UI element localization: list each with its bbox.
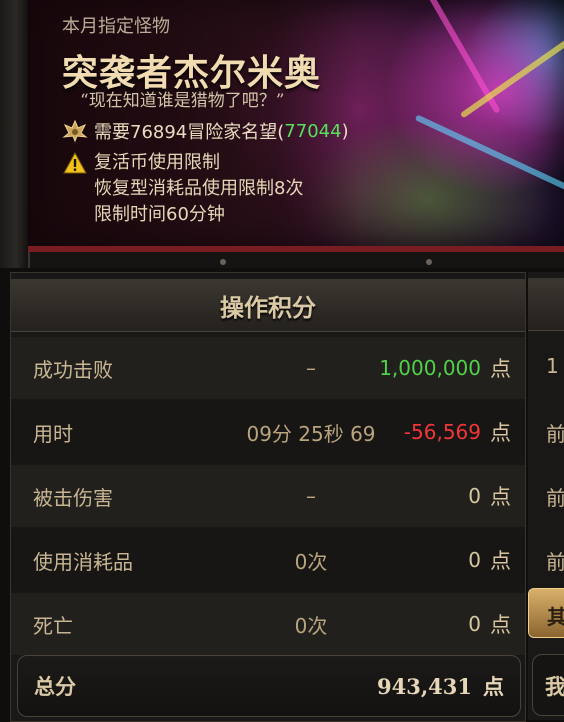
score-row-unit: 点 [490,613,511,637]
score-row-label: 使用消耗品 [33,549,133,574]
restriction-line: 恢复型消耗品使用限制8次 [94,178,304,199]
score-row-detail: – [306,484,316,508]
restriction-title: 复活币使用限制 [94,152,220,173]
score-row-label: 用时 [33,421,73,446]
ranking-panel-partial: 1 前 前 前 其 我 [528,272,564,720]
score-row-label: 被击伤害 [33,485,113,510]
total-score-value: 943,431 [377,673,472,699]
score-row-unit: 点 [490,549,511,573]
score-row-label: 死亡 [33,613,73,638]
score-row: 被击伤害 – 0 点 [11,465,525,527]
rivet [426,259,432,265]
score-row-unit: 点 [490,485,511,509]
restriction-block: 复活币使用限制 恢复型消耗品使用限制8次 限制时间60分钟 [62,150,303,228]
monster-subtitle: 本月指定怪物 [62,16,170,37]
score-row-value: -56,569 [403,420,481,444]
fame-requirement: 需要76894冒险家名望(77044) [62,118,349,144]
score-row-value: 1,000,000 [379,356,481,380]
restriction-line: 限制时间60分钟 [94,204,225,225]
ranking-cell: 前 [546,486,564,510]
score-row: 死亡 0次 0 点 [11,593,525,655]
score-row-detail: 09分 25秒 69 [246,421,376,446]
score-row: 成功击败 – 1,000,000 点 [11,337,525,399]
total-score-bar: 总分 943,431 点 [17,655,521,717]
score-row-unit: 点 [490,421,511,445]
score-row: 用时 09分 25秒 69 -56,569 点 [11,401,525,463]
other-ranking-button[interactable]: 其 [528,588,564,638]
score-row-label: 成功击败 [33,357,113,382]
score-row-detail: 0次 [294,613,328,638]
rivet [220,259,226,265]
ranking-cell: 1 [546,354,559,378]
my-ranking-label: 我 [545,674,564,699]
score-row-value: 0 [468,548,481,572]
fame-current-value: 77044 [284,120,342,142]
score-panel-title: 操作积分 [220,292,316,322]
score-row-unit: 点 [490,357,511,381]
score-row-value: 0 [468,484,481,508]
score-row: 使用消耗品 0次 0 点 [11,529,525,591]
ranking-cell: 前 [546,550,564,574]
banner-left-edge [0,0,30,268]
fame-icon [62,119,88,143]
score-row-detail: 0次 [294,549,328,574]
total-score-label: 总分 [34,674,76,699]
ranking-cell: 前 [546,422,564,446]
warning-icon [62,151,88,175]
other-ranking-button-label: 其 [547,605,564,629]
my-ranking-bar: 我 [532,654,564,716]
ranking-panel-header [528,278,564,331]
score-panel-header: 操作积分 [11,279,525,332]
total-score-unit: 点 [483,674,504,699]
fame-requirement-prefix: 需要76894冒险家名望( [94,122,285,143]
monster-art-streak [414,114,564,192]
fame-requirement-suffix: ) [341,120,349,142]
monster-quote: “现在知道谁是猎物了吧？” [80,91,285,111]
banner-frame: 本月指定怪物 突袭者杰尔米奥 “现在知道谁是猎物了吧？” 需要76894冒险家名… [0,0,564,268]
score-panel: 操作积分 成功击败 – 1,000,000 点 用时 09分 25秒 69 -5… [10,272,526,722]
score-row-value: 0 [468,612,481,636]
